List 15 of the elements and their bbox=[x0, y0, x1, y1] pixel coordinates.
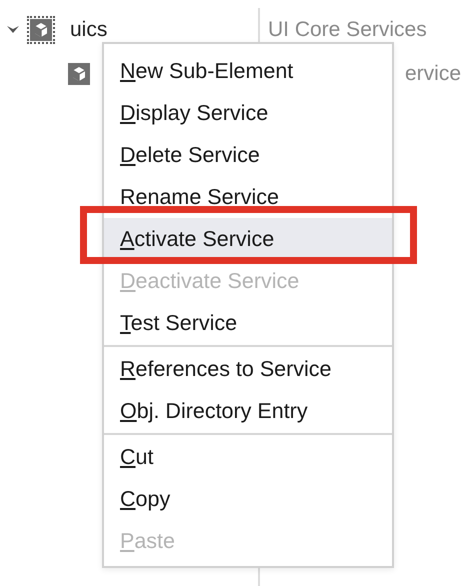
menu-item[interactable]: Delete Service bbox=[104, 134, 392, 176]
chevron-down-icon[interactable] bbox=[6, 25, 20, 35]
description-text: ervice bbox=[405, 62, 462, 86]
tree-item[interactable]: uics bbox=[70, 18, 108, 42]
menu-item[interactable]: Rename Service bbox=[104, 176, 392, 218]
menu-item[interactable]: Obj. Directory Entry bbox=[104, 390, 392, 432]
cube-icon bbox=[68, 63, 90, 85]
menu-item[interactable]: New Sub-Element bbox=[104, 50, 392, 92]
menu-item[interactable]: References to Service bbox=[104, 348, 392, 390]
description-text: UI Core Services bbox=[268, 18, 427, 42]
menu-item[interactable]: Cut bbox=[104, 436, 392, 478]
menu-item[interactable]: Activate Service bbox=[104, 218, 392, 260]
menu-item[interactable]: Copy bbox=[104, 478, 392, 520]
menu-item[interactable]: Display Service bbox=[104, 92, 392, 134]
menu-item[interactable]: Test Service bbox=[104, 302, 392, 344]
